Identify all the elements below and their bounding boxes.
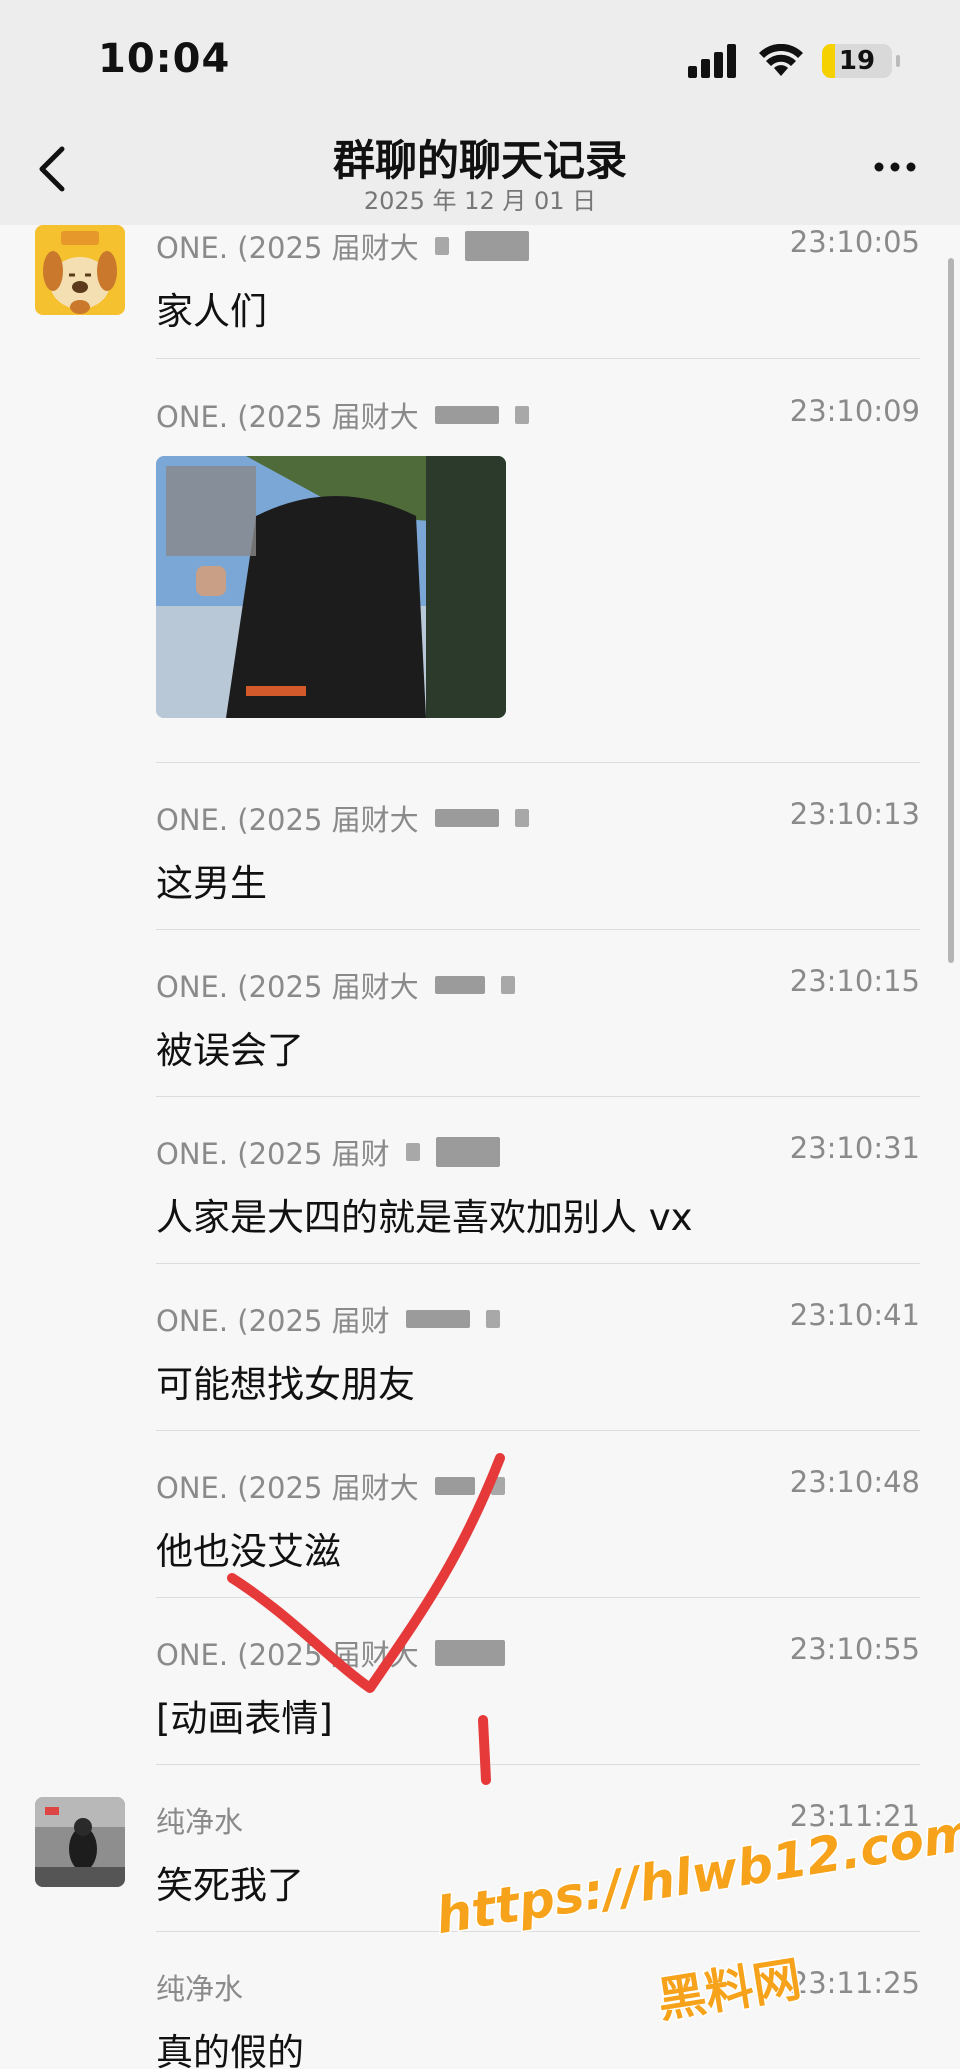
message-time: 23:10:55 xyxy=(789,1632,920,1666)
sender-label: ONE. (2025 届财大 xyxy=(156,970,419,1004)
nav-bar: 群聊的聊天记录 2025 年 12 月 01 日 xyxy=(0,115,960,225)
message-time: 23:10:31 xyxy=(789,1131,920,1165)
list-item[interactable]: ONE. (2025 届财大 23:10:48 他也没艾滋 xyxy=(0,1465,960,1598)
dog-sticker-icon xyxy=(35,225,125,315)
list-item[interactable]: ONE. (2025 届财大 23:10:13 这男生 xyxy=(0,797,960,930)
list-item[interactable]: 纯净水 23:11:25 真的假的 xyxy=(0,1966,960,2069)
redaction xyxy=(434,809,499,827)
sender-label: ONE. (2025 届财大 xyxy=(156,1471,419,1505)
user-photo-icon xyxy=(35,1797,125,1887)
message-text: 这男生 xyxy=(156,862,267,905)
sender-label: ONE. (2025 届财大 xyxy=(156,1638,419,1672)
message-body: ONE. (2025 届财大 23:10:48 他也没艾滋 xyxy=(156,1465,920,1598)
message-time: 23:11:25 xyxy=(789,1966,920,2000)
signal-icon xyxy=(688,44,736,78)
redaction xyxy=(434,976,485,994)
photo-image xyxy=(156,456,506,718)
battery-level: 19 xyxy=(838,46,876,76)
redaction xyxy=(464,231,529,261)
redaction xyxy=(434,1477,475,1495)
message-time: 23:10:09 xyxy=(789,394,920,428)
sender-label: ONE. (2025 届财 xyxy=(156,1137,390,1171)
list-item[interactable]: ONE. (2025 届财 23:10:41 可能想找女朋友 xyxy=(0,1298,960,1431)
message-time: 23:10:13 xyxy=(789,797,920,831)
sender-label: ONE. (2025 届财 xyxy=(156,1304,390,1338)
wifi-icon xyxy=(759,44,803,76)
message-text: 真的假的 xyxy=(156,2031,304,2069)
message-body: 纯净水 23:11:25 真的假的 xyxy=(156,1966,920,2069)
redaction xyxy=(434,406,499,424)
list-item[interactable]: ONE. (2025 届财大 23:10:05 家人们 xyxy=(0,225,960,359)
redaction xyxy=(434,1640,505,1666)
message-body: ONE. (2025 届财大 23:10:05 家人们 xyxy=(156,225,920,359)
redaction xyxy=(435,1137,500,1167)
sender-label: ONE. (2025 届财大 xyxy=(156,231,419,265)
message-body: ONE. (2025 届财大 23:10:09 xyxy=(156,394,920,763)
message-image[interactable] xyxy=(156,456,506,718)
redaction xyxy=(485,1310,500,1328)
message-text: 人家是大四的就是喜欢加别人 vx xyxy=(156,1196,693,1239)
message-text: 家人们 xyxy=(156,290,267,333)
message-text: [动画表情] xyxy=(156,1697,333,1740)
avatar[interactable] xyxy=(35,225,125,315)
avatar[interactable] xyxy=(35,1797,125,1887)
message-body: ONE. (2025 届财大 23:10:13 这男生 xyxy=(156,797,920,930)
status-time: 10:04 xyxy=(98,36,231,82)
scrollbar[interactable] xyxy=(948,258,954,963)
message-text: 被误会了 xyxy=(156,1029,304,1072)
message-text: 可能想找女朋友 xyxy=(156,1363,415,1406)
redaction xyxy=(434,237,449,255)
message-body: ONE. (2025 届财大 23:10:55 [动画表情] xyxy=(156,1632,920,1765)
message-time: 23:10:15 xyxy=(789,964,920,998)
battery-icon: 19 xyxy=(822,44,892,78)
sender-label: ONE. (2025 届财大 xyxy=(156,400,419,434)
redaction xyxy=(500,976,515,994)
message-time: 23:10:05 xyxy=(789,225,920,259)
list-item[interactable]: ONE. (2025 届财 23:10:31 人家是大四的就是喜欢加别人 vx xyxy=(0,1131,960,1264)
redaction xyxy=(405,1143,420,1161)
message-text: 他也没艾滋 xyxy=(156,1530,341,1573)
redaction xyxy=(514,809,529,827)
message-body: ONE. (2025 届财大 23:10:15 被误会了 xyxy=(156,964,920,1097)
status-icons: 19 xyxy=(688,44,900,78)
page-title: 群聊的聊天记录 xyxy=(332,136,627,185)
message-body: ONE. (2025 届财 23:10:41 可能想找女朋友 xyxy=(156,1298,920,1431)
battery-nub xyxy=(896,55,900,67)
redaction xyxy=(490,1477,505,1495)
status-bar: 10:04 19 xyxy=(0,0,960,115)
message-body: ONE. (2025 届财 23:10:31 人家是大四的就是喜欢加别人 vx xyxy=(156,1131,920,1264)
more-options-icon[interactable] xyxy=(870,147,920,187)
message-time: 23:10:41 xyxy=(789,1298,920,1332)
list-item[interactable]: ONE. (2025 届财大 23:10:09 xyxy=(0,394,960,763)
message-time: 23:10:48 xyxy=(789,1465,920,1499)
list-item[interactable]: ONE. (2025 届财大 23:10:55 [动画表情] xyxy=(0,1632,960,1765)
chat-date: 2025 年 12 月 01 日 xyxy=(363,187,597,215)
redaction xyxy=(514,406,529,424)
message-list[interactable]: ONE. (2025 届财大 23:10:05 家人们 ONE. (2025 届… xyxy=(0,225,960,2069)
sender-label: ONE. (2025 届财大 xyxy=(156,803,419,837)
list-item[interactable]: ONE. (2025 届财大 23:10:15 被误会了 xyxy=(0,964,960,1097)
redaction xyxy=(405,1310,470,1328)
